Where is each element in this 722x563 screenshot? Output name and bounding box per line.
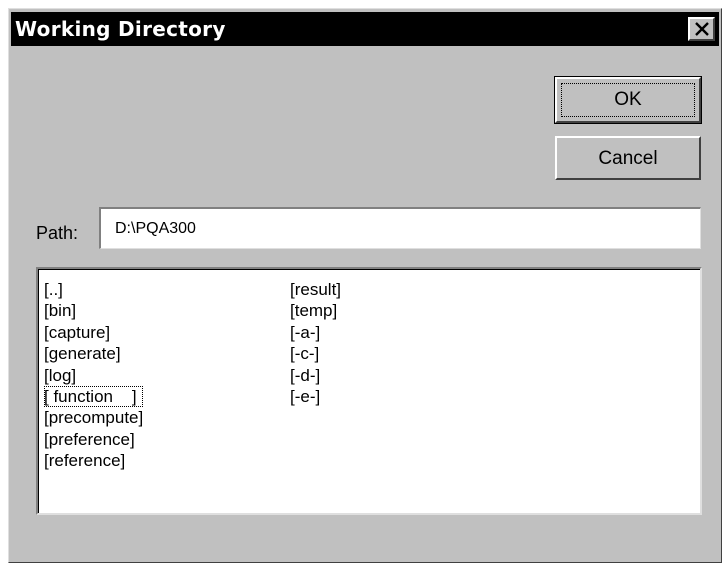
directory-column-2: [result] [temp] [-a-] [-c-] [-d-] [-e-] — [290, 279, 341, 407]
path-input[interactable] — [99, 207, 701, 249]
directory-item-d[interactable]: [-d-] — [290, 365, 341, 386]
directory-item-parent[interactable]: [..] — [44, 279, 143, 300]
path-label: Path: — [36, 223, 79, 243]
dialog-title: Working Directory — [15, 17, 226, 41]
directory-item-preference[interactable]: [preference] — [44, 429, 143, 450]
directory-item-function[interactable]: [ function ] — [44, 385, 144, 408]
close-icon — [695, 22, 709, 36]
directory-column-1: [..] [bin] [capture] [generate] [log] [ … — [44, 279, 144, 472]
close-button[interactable] — [688, 17, 715, 41]
directory-item-log[interactable]: [log] — [44, 365, 143, 386]
directory-item-capture[interactable]: [capture] — [44, 322, 143, 343]
directory-item-a[interactable]: [-a-] — [290, 322, 341, 343]
directory-item-c[interactable]: [-c-] — [290, 343, 341, 364]
directory-item-generate[interactable]: [generate] — [44, 343, 143, 364]
cancel-button[interactable]: Cancel — [555, 136, 701, 180]
directory-item-precompute[interactable]: [precompute] — [44, 407, 143, 428]
working-directory-dialog: Working Directory OK Cancel Path: [..] [… — [8, 8, 722, 563]
ok-button[interactable]: OK — [554, 76, 702, 124]
cancel-button-label: Cancel — [598, 148, 658, 169]
directory-item-reference[interactable]: [reference] — [44, 450, 143, 471]
directory-item-e[interactable]: [-e-] — [290, 386, 341, 407]
directory-list[interactable]: [..] [bin] [capture] [generate] [log] [ … — [36, 267, 702, 515]
directory-item-temp[interactable]: [temp] — [290, 300, 341, 321]
directory-item-bin[interactable]: [bin] — [44, 300, 143, 321]
ok-button-label: OK — [614, 89, 642, 110]
title-bar[interactable]: Working Directory — [11, 12, 719, 46]
directory-item-result[interactable]: [result] — [290, 279, 341, 300]
